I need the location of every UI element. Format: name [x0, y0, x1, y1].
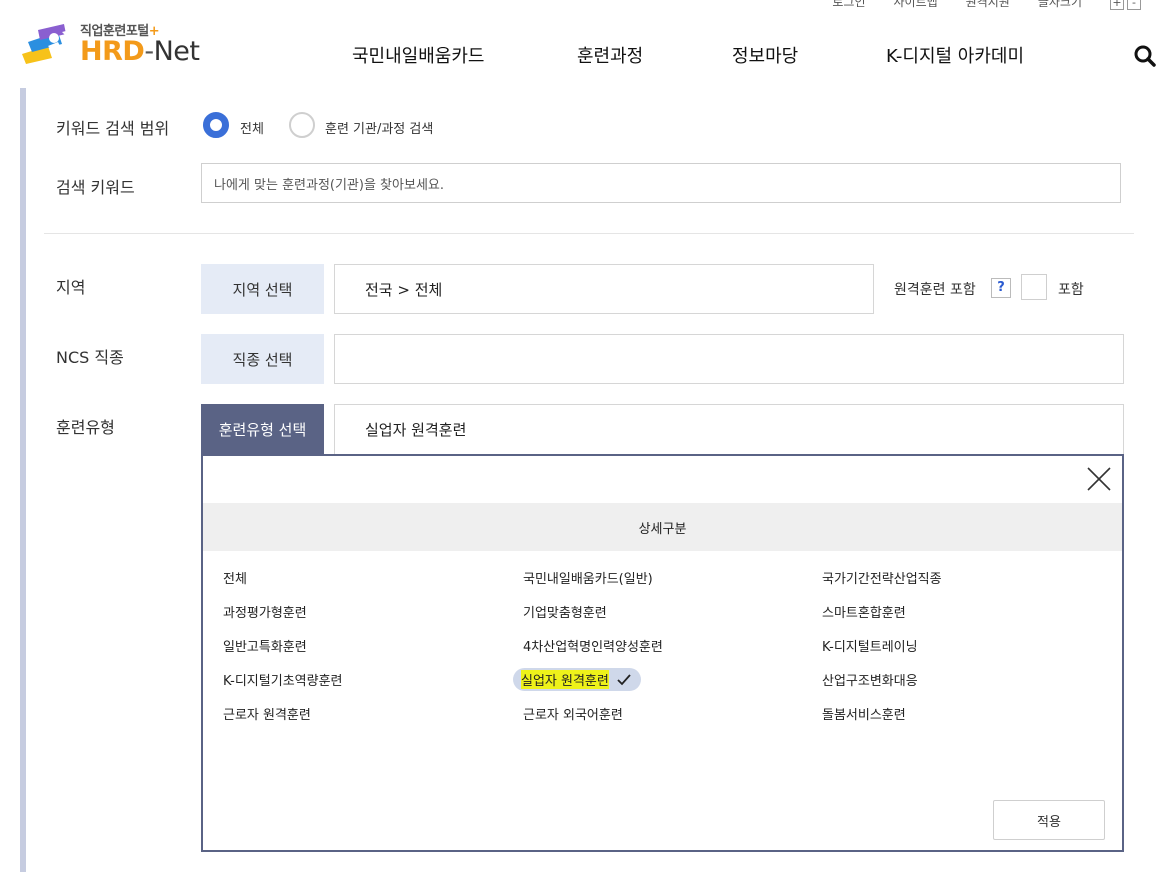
checkmark-icon [617, 673, 631, 685]
remote-include-label[interactable]: 포함 [1058, 279, 1084, 299]
logo-hrd: HRD [80, 36, 145, 67]
option-item-selected[interactable]: 실업자 원격훈련 [513, 668, 641, 691]
option-item[interactable]: 돌봄서비스훈련 [822, 704, 906, 723]
page: 로그인 사이트맵 원격지원 글자크기 + - 직업훈련포털+ HRD-Net 국… [0, 0, 1163, 872]
option-item[interactable]: 근로자 외국어훈련 [523, 704, 623, 723]
popup-header: 상세구분 [203, 503, 1122, 551]
popup-header-text: 상세구분 [638, 521, 687, 537]
logo-name: HRD-Net [80, 36, 200, 67]
keyword-input[interactable]: 나에게 맞는 훈련과정(기관)을 찾아보세요. [201, 163, 1121, 203]
option-item[interactable]: 근로자 원격훈련 [223, 704, 311, 723]
ncs-label: NCS 직종 [56, 348, 124, 367]
keyword-placeholder: 나에게 맞는 훈련과정(기관)을 찾아보세요. [214, 177, 444, 193]
scope-all-label[interactable]: 전체 [240, 118, 264, 137]
search-icon[interactable] [1133, 44, 1157, 68]
content-frame-border [20, 88, 26, 872]
option-item[interactable]: K-디지털기초역량훈련 [223, 670, 343, 689]
scope-institution-radio[interactable] [289, 112, 315, 138]
logo-net: Net [153, 36, 200, 67]
region-label: 지역 [56, 278, 86, 297]
keyword-scope-label: 키워드 검색 범위 [56, 119, 170, 138]
remote-support-link[interactable]: 원격지원 [966, 0, 1010, 10]
option-item[interactable]: 산업구조변화대응 [822, 670, 918, 689]
apply-button[interactable]: 적용 [993, 800, 1105, 840]
scope-institution-label[interactable]: 훈련 기관/과정 검색 [325, 118, 433, 137]
training-type-value-box: 실업자 원격훈련 [334, 404, 1124, 454]
scope-all-radio[interactable] [203, 112, 229, 138]
option-item[interactable]: 국가기간전략산업직종 [822, 568, 942, 587]
option-item[interactable]: 4차산업혁명인력양성훈련 [523, 636, 663, 655]
keyword-label: 검색 키워드 [56, 178, 135, 197]
main-nav: 국민내일배움카드 훈련과정 정보마당 K-디지털 아카데미 [352, 42, 1024, 68]
font-decrease-button[interactable]: - [1127, 0, 1141, 10]
training-type-value: 실업자 원격훈련 [365, 421, 467, 439]
option-item[interactable]: K-디지털트레이닝 [822, 636, 918, 655]
ncs-select-button[interactable]: 직종 선택 [201, 334, 324, 384]
nav-item-card[interactable]: 국민내일배움카드 [352, 42, 577, 68]
option-item[interactable]: 국민내일배움카드(일반) [523, 568, 653, 587]
option-item[interactable]: 일반고특화훈련 [223, 636, 307, 655]
remote-training-label: 원격훈련 포함 [894, 282, 976, 298]
training-type-label: 훈련유형 [56, 418, 115, 437]
region-select-button[interactable]: 지역 선택 [201, 264, 324, 314]
selected-option-label: 실업자 원격훈련 [521, 670, 609, 689]
training-type-popup: 상세구분 전체 국민내일배움카드(일반) 국가기간전략산업직종 과정평가형훈련 … [201, 454, 1124, 852]
font-size-label: 글자크기 [1037, 0, 1082, 9]
region-value-box: 전국 > 전체 [334, 264, 874, 314]
section-divider [44, 233, 1134, 234]
logo-mark-icon [22, 24, 70, 64]
training-type-select-button[interactable]: 훈련유형 선택 [201, 404, 324, 454]
logo-dash: - [144, 36, 154, 67]
nav-item-k-digital[interactable]: K-디지털 아카데미 [886, 42, 1024, 68]
remote-include-checkbox[interactable] [1021, 274, 1047, 300]
option-item[interactable]: 과정평가형훈련 [223, 602, 307, 621]
font-size-controls: + - [1110, 0, 1141, 10]
utility-bar: 로그인 사이트맵 원격지원 글자크기 + - [832, 0, 1141, 10]
nav-item-courses[interactable]: 훈련과정 [577, 42, 732, 68]
font-increase-button[interactable]: + [1110, 0, 1124, 10]
login-link[interactable]: 로그인 [832, 0, 865, 10]
sitemap-link[interactable]: 사이트맵 [893, 0, 937, 10]
nav-item-info[interactable]: 정보마당 [732, 42, 886, 68]
option-item[interactable]: 전체 [223, 568, 247, 587]
hrd-net-logo[interactable]: 직업훈련포털+ HRD-Net [18, 18, 218, 70]
close-icon[interactable] [1086, 466, 1112, 492]
help-icon[interactable]: ? [991, 278, 1011, 298]
option-item[interactable]: 스마트혼합훈련 [822, 602, 906, 621]
option-item[interactable]: 기업맞춤형훈련 [523, 602, 607, 621]
region-value: 전국 > 전체 [365, 280, 443, 299]
ncs-value-box [334, 334, 1124, 384]
